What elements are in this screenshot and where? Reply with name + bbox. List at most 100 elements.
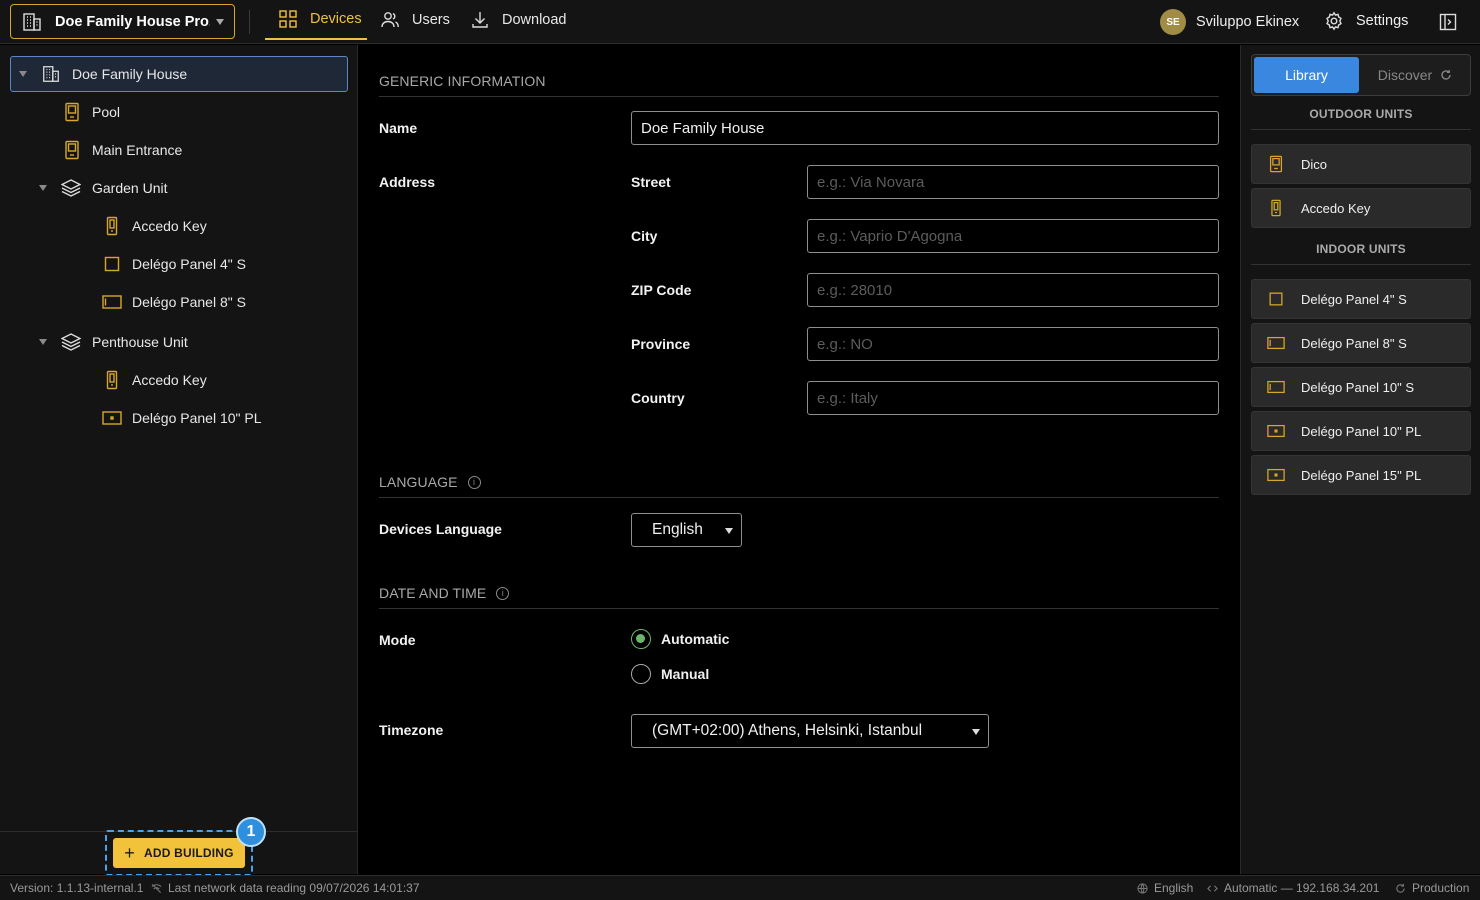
device-library-panel: Library Discover OUTDOOR UNITS Dico Acce… [1240, 45, 1480, 874]
street-label: Street [631, 174, 671, 190]
province-label: Province [631, 336, 691, 352]
section-title-datetime: DATE AND TIME i [379, 585, 510, 601]
library-item-delego-panel-10pl[interactable]: Delégo Panel 10" PL [1251, 411, 1471, 451]
keypad-icon [106, 216, 118, 236]
tab-download[interactable]: Download [470, 0, 567, 40]
status-bar: Version: 1.1.13-internal.1 Last network … [0, 875, 1480, 900]
library-item-label: Delégo Panel 15" PL [1301, 467, 1422, 483]
tree-item-label: Doe Family House [72, 66, 188, 82]
mode-manual-radio[interactable]: Manual [631, 664, 709, 684]
section-title-language-text: LANGUAGE [379, 474, 458, 490]
language-status-text: English [1154, 881, 1194, 895]
user-menu[interactable]: SE Sviluppo Ekinex [1160, 9, 1299, 35]
code-icon [1207, 884, 1218, 892]
library-item-dico[interactable]: Dico [1251, 144, 1471, 184]
tree-item-pool[interactable]: Pool [0, 94, 358, 130]
tree-item-accedo-key[interactable]: Accedo Key [0, 362, 358, 398]
panel-pl-icon [1267, 424, 1285, 438]
globe-icon [1137, 882, 1148, 894]
settings-label: Settings [1356, 13, 1409, 29]
library-item-label: Delégo Panel 10" PL [1301, 423, 1422, 439]
network-icon [151, 883, 162, 893]
street-input[interactable] [807, 165, 1219, 199]
radio-unchecked-icon[interactable] [631, 664, 651, 684]
mode-manual-label: Manual [661, 666, 710, 682]
chevron-down-icon [972, 729, 980, 735]
zip-input[interactable] [807, 273, 1219, 307]
divider [1251, 129, 1471, 130]
version-text: Version: 1.1.13-internal.1 [10, 881, 144, 895]
tree-item-garden-unit[interactable]: Garden Unit [0, 170, 358, 206]
library-item-delego-panel-15pl[interactable]: Delégo Panel 15" PL [1251, 455, 1471, 495]
library-item-delego-panel-10s[interactable]: Delégo Panel 10" S [1251, 367, 1471, 407]
tree-item-delego-panel-10pl[interactable]: Delégo Panel 10" PL [0, 400, 358, 436]
tree-item-label: Main Entrance [92, 142, 183, 158]
chevron-down-icon [216, 18, 224, 25]
country-input[interactable] [807, 381, 1219, 415]
panel-square-icon [1269, 292, 1283, 306]
collapse-arrow-icon[interactable] [39, 185, 47, 191]
address-label: Address [379, 174, 436, 190]
library-item-delego-panel-4s[interactable]: Delégo Panel 4" S [1251, 279, 1471, 319]
layers-icon [61, 179, 81, 197]
province-input[interactable] [807, 327, 1219, 361]
building-icon [23, 12, 41, 31]
last-reading: Last network data reading 09/07/2026 14:… [151, 881, 420, 895]
timezone-select[interactable]: (GMT+02:00) Athens, Helsinki, Istanbul [631, 714, 989, 748]
outdoor-panel-icon [65, 102, 79, 122]
tab-library[interactable]: Library [1254, 57, 1359, 93]
city-input[interactable] [807, 219, 1219, 253]
tab-users[interactable]: Users [380, 0, 450, 40]
add-building-button[interactable]: + ADD BUILDING [113, 838, 245, 868]
library-item-label: Dico [1301, 156, 1328, 172]
environment-status: Production [1395, 881, 1469, 895]
indoor-units-title: INDOOR UNITS [1316, 242, 1406, 256]
tree-item-accedo-key[interactable]: Accedo Key [0, 208, 358, 244]
info-icon[interactable]: i [467, 475, 481, 489]
library-item-label: Delégo Panel 10" S [1301, 379, 1415, 395]
mode-automatic-radio[interactable]: Automatic [631, 629, 729, 649]
keypad-icon [1271, 199, 1281, 217]
chevron-down-icon [725, 528, 733, 534]
tree-item-label: Penthouse Unit [92, 334, 188, 350]
library-item-delego-panel-8s[interactable]: Delégo Panel 8" S [1251, 323, 1471, 363]
devices-language-label: Devices Language [379, 521, 502, 537]
tab-devices[interactable]: Devices [265, 0, 367, 40]
tree-item-delego-panel-4s[interactable]: Delégo Panel 4" S [0, 246, 358, 282]
radio-checked-icon[interactable] [631, 629, 651, 649]
name-input[interactable] [631, 111, 1219, 145]
tree-item-penthouse-unit[interactable]: Penthouse Unit [0, 324, 358, 360]
tree-item-delego-panel-8s[interactable]: Delégo Panel 8" S [0, 284, 358, 320]
name-label: Name [379, 120, 418, 136]
devices-language-select[interactable]: English [631, 513, 742, 547]
tab-users-label: Users [412, 12, 450, 28]
settings-button[interactable]: Settings [1324, 11, 1408, 31]
tree-item-label: Garden Unit [92, 180, 168, 196]
tree-item-root[interactable]: Doe Family House [10, 56, 348, 92]
panel-wide-icon [1267, 336, 1285, 350]
divider [379, 96, 1219, 97]
tree-item-label: Delégo Panel 4" S [132, 256, 246, 272]
collapse-arrow-icon[interactable] [19, 71, 27, 77]
panel-wide-icon [1267, 380, 1285, 394]
refresh-icon [1396, 883, 1405, 893]
info-icon[interactable]: i [496, 586, 510, 600]
tab-discover[interactable]: Discover [1362, 57, 1468, 93]
avatar: SE [1160, 9, 1186, 35]
mode-automatic-label: Automatic [661, 631, 730, 647]
tree-item-label: Pool [92, 104, 121, 120]
collapse-arrow-icon[interactable] [39, 339, 47, 345]
project-selector[interactable]: Doe Family House Pro... [10, 4, 235, 39]
library-item-accedo-key[interactable]: Accedo Key [1251, 188, 1471, 228]
tree-item-label: Delégo Panel 10" PL [132, 410, 262, 426]
panel-square-icon [104, 256, 120, 272]
tree-item-label: Accedo Key [132, 218, 207, 234]
section-title-language: LANGUAGE i [379, 474, 481, 490]
project-name: Doe Family House Pro... [55, 13, 210, 30]
panel-pl-icon [1267, 468, 1285, 482]
panel-toggle-icon[interactable] [1438, 12, 1458, 32]
keypad-icon [106, 370, 118, 390]
tab-download-label: Download [502, 12, 567, 28]
tree-item-label: Accedo Key [132, 372, 207, 388]
tree-item-main-entrance[interactable]: Main Entrance [0, 132, 358, 168]
